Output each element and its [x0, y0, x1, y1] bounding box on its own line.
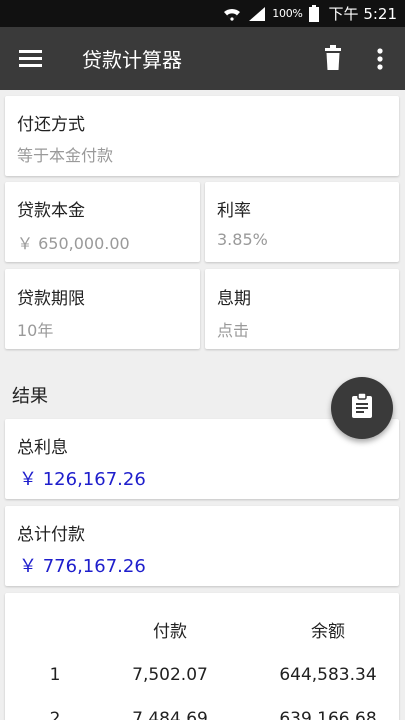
status-bar: 100% 下午 5:21	[0, 0, 405, 27]
schedule-row-index: 1	[49, 665, 61, 685]
loan-term-label: 贷款期限	[17, 289, 85, 309]
delete-icon[interactable]	[322, 44, 344, 72]
rate-label: 利率	[217, 201, 251, 221]
schedule-row-payment: 7,484.69	[132, 709, 208, 720]
app-bar: 贷款计算器	[0, 27, 405, 90]
principal-field[interactable]: 贷款本金 ￥ 650,000.00	[5, 182, 200, 262]
total-interest-value: ￥ 126,167.26	[19, 469, 146, 490]
total-payment-label: 总计付款	[17, 525, 85, 545]
payment-schedule-table: 付款 余额 1 7,502.07 644,583.34 2 7,484.69 6…	[5, 593, 399, 720]
more-vert-icon[interactable]	[370, 46, 390, 72]
battery-icon	[308, 5, 319, 22]
repayment-method-label: 付还方式	[17, 115, 85, 135]
clipboard-icon	[351, 392, 373, 423]
total-payment-value: ￥ 776,167.26	[19, 556, 146, 577]
interest-period-field[interactable]: 息期 点击	[205, 269, 399, 349]
results-title: 结果	[12, 386, 48, 407]
principal-label: 贷款本金	[17, 201, 85, 221]
schedule-row-balance: 644,583.34	[279, 665, 377, 685]
wifi-icon	[222, 6, 242, 22]
loan-term-value: 10年	[17, 321, 54, 340]
clipboard-fab-button[interactable]	[331, 377, 393, 439]
schedule-header-balance: 余额	[311, 622, 345, 642]
interest-period-label: 息期	[217, 289, 251, 309]
principal-value: ￥ 650,000.00	[17, 234, 130, 253]
schedule-row-index: 2	[49, 709, 61, 720]
schedule-row-payment: 7,502.07	[132, 665, 208, 685]
status-time: 下午 5:21	[328, 5, 397, 23]
total-interest-card: 总利息 ￥ 126,167.26	[5, 419, 399, 499]
signal-icon	[248, 6, 266, 22]
battery-percent: 100%	[272, 7, 303, 20]
repayment-method-field[interactable]: 付还方式 等于本金付款	[5, 96, 399, 176]
schedule-row-balance: 639,166.68	[279, 709, 377, 720]
rate-value: 3.85%	[217, 230, 268, 249]
app-title: 贷款计算器	[82, 48, 182, 72]
repayment-method-value: 等于本金付款	[17, 146, 114, 165]
loan-term-field[interactable]: 贷款期限 10年	[5, 269, 200, 349]
rate-field[interactable]: 利率 3.85%	[205, 182, 399, 262]
total-interest-label: 总利息	[17, 438, 68, 458]
schedule-header-payment: 付款	[153, 622, 187, 642]
total-payment-card: 总计付款 ￥ 776,167.26	[5, 506, 399, 586]
interest-period-value: 点击	[217, 321, 250, 340]
menu-icon[interactable]	[19, 47, 43, 71]
